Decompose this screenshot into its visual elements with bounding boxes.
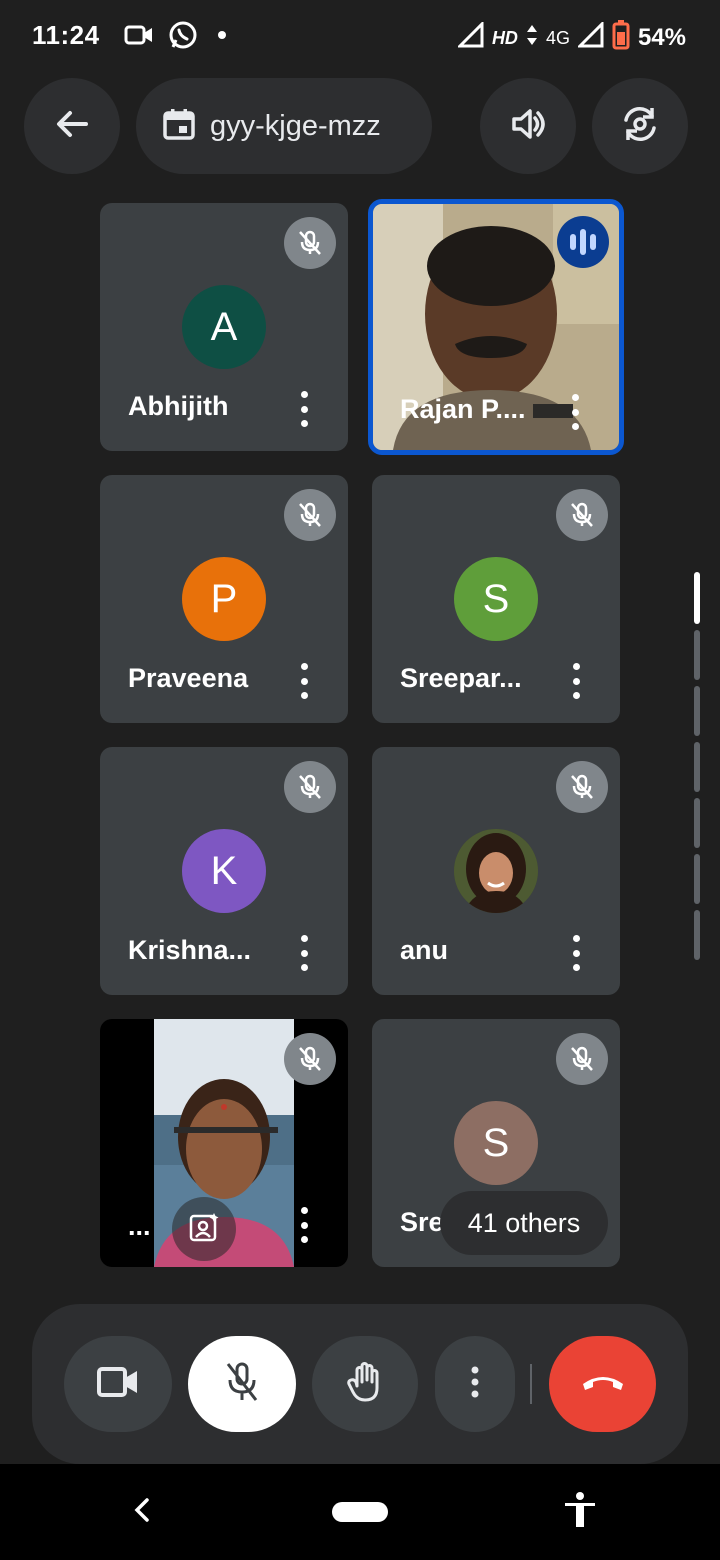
mic-off-icon (556, 761, 608, 813)
participant-name: Rajan P.... (400, 394, 526, 424)
mic-off-icon (556, 489, 608, 541)
more-vert-icon[interactable] (563, 394, 587, 430)
participant-name: Praveena (128, 663, 249, 693)
mic-toggle-button[interactable] (188, 1336, 296, 1432)
camera-switch-icon (618, 102, 662, 151)
mic-off-icon (556, 1033, 608, 1085)
switch-camera-button[interactable] (592, 78, 688, 174)
status-right: HD 4G 54% (456, 20, 686, 56)
participant-name: Abhijith (128, 391, 229, 421)
mic-off-icon (284, 489, 336, 541)
signal-icon (576, 20, 604, 54)
calendar-icon (162, 107, 196, 146)
accessibility-button[interactable] (560, 1491, 600, 1534)
avatar: S (454, 1101, 538, 1185)
back-button[interactable] (24, 78, 120, 174)
status-time: 11:24 (32, 20, 100, 50)
end-call-button[interactable] (549, 1336, 656, 1432)
status-left-icons (124, 20, 232, 55)
others-chip[interactable]: 41 others (440, 1191, 608, 1255)
accessibility-icon (562, 1491, 598, 1534)
participant-tile[interactable]: K Krishna... (100, 747, 348, 995)
divider (530, 1364, 532, 1404)
hd-label: HD (491, 27, 518, 48)
more-vert-icon[interactable] (564, 663, 588, 699)
chevron-left-icon (132, 1497, 152, 1528)
avatar-photo (454, 829, 538, 913)
signal-icon (456, 20, 484, 54)
video-camera-icon (124, 23, 154, 52)
avatar: A (182, 285, 266, 369)
more-vert-icon[interactable] (292, 935, 316, 971)
data-arrows-icon (526, 23, 538, 53)
meeting-info-button[interactable]: gyy-kjge-mzz (136, 78, 432, 174)
participant-name: ... (128, 1211, 151, 1241)
arrow-back-icon (52, 104, 92, 149)
nav-home-button[interactable] (332, 1502, 388, 1522)
participant-tile[interactable]: S Sreepar... (372, 475, 620, 723)
more-vert-icon[interactable] (564, 935, 588, 971)
participant-tile[interactable]: ... (100, 1019, 348, 1267)
participant-name: Krishna... (128, 935, 252, 965)
portrait-effects-icon (188, 1211, 220, 1248)
mic-off-icon (284, 1033, 336, 1085)
status-bar: 11:24 HD 4G 54% (0, 0, 720, 72)
avatar: K (182, 829, 266, 913)
participant-tile[interactable]: P Praveena (100, 475, 348, 723)
more-options-button[interactable] (435, 1336, 515, 1432)
avatar: S (454, 557, 538, 641)
more-vert-icon[interactable] (292, 1207, 316, 1243)
mic-off-icon (222, 1360, 262, 1409)
meeting-code: gyy-kjge-mzz (210, 109, 381, 142)
camera-toggle-button[interactable] (64, 1336, 172, 1432)
whatsapp-icon (168, 20, 198, 55)
effects-button[interactable] (172, 1197, 236, 1261)
raise-hand-icon (345, 1360, 385, 1409)
mic-off-icon (284, 217, 336, 269)
participant-tile[interactable]: anu (372, 747, 620, 995)
participant-tile-active[interactable]: Rajan P.... (368, 199, 624, 455)
nav-back-button[interactable] (124, 1494, 160, 1530)
dot-icon (212, 25, 232, 50)
audio-output-button[interactable] (480, 78, 576, 174)
avatar: P (182, 557, 266, 641)
video-camera-icon (96, 1364, 140, 1405)
battery-icon (612, 20, 630, 56)
more-vert-icon[interactable] (292, 663, 316, 699)
participant-name: Sreepar... (400, 663, 522, 693)
speaking-indicator-icon (557, 216, 609, 268)
scrollbar[interactable] (694, 572, 702, 962)
battery-percent: 54% (637, 24, 686, 51)
network-type: 4G (545, 27, 570, 48)
volume-icon (508, 104, 548, 149)
participant-name: anu (400, 935, 449, 965)
system-nav-bar (0, 1464, 720, 1560)
participant-tile[interactable]: A Abhijith (100, 203, 348, 451)
more-vert-icon[interactable] (292, 391, 316, 427)
call-controls (32, 1304, 688, 1464)
raise-hand-button[interactable] (312, 1336, 418, 1432)
call-end-icon (579, 1370, 627, 1399)
mic-off-icon (284, 761, 336, 813)
more-vert-icon (469, 1364, 481, 1405)
